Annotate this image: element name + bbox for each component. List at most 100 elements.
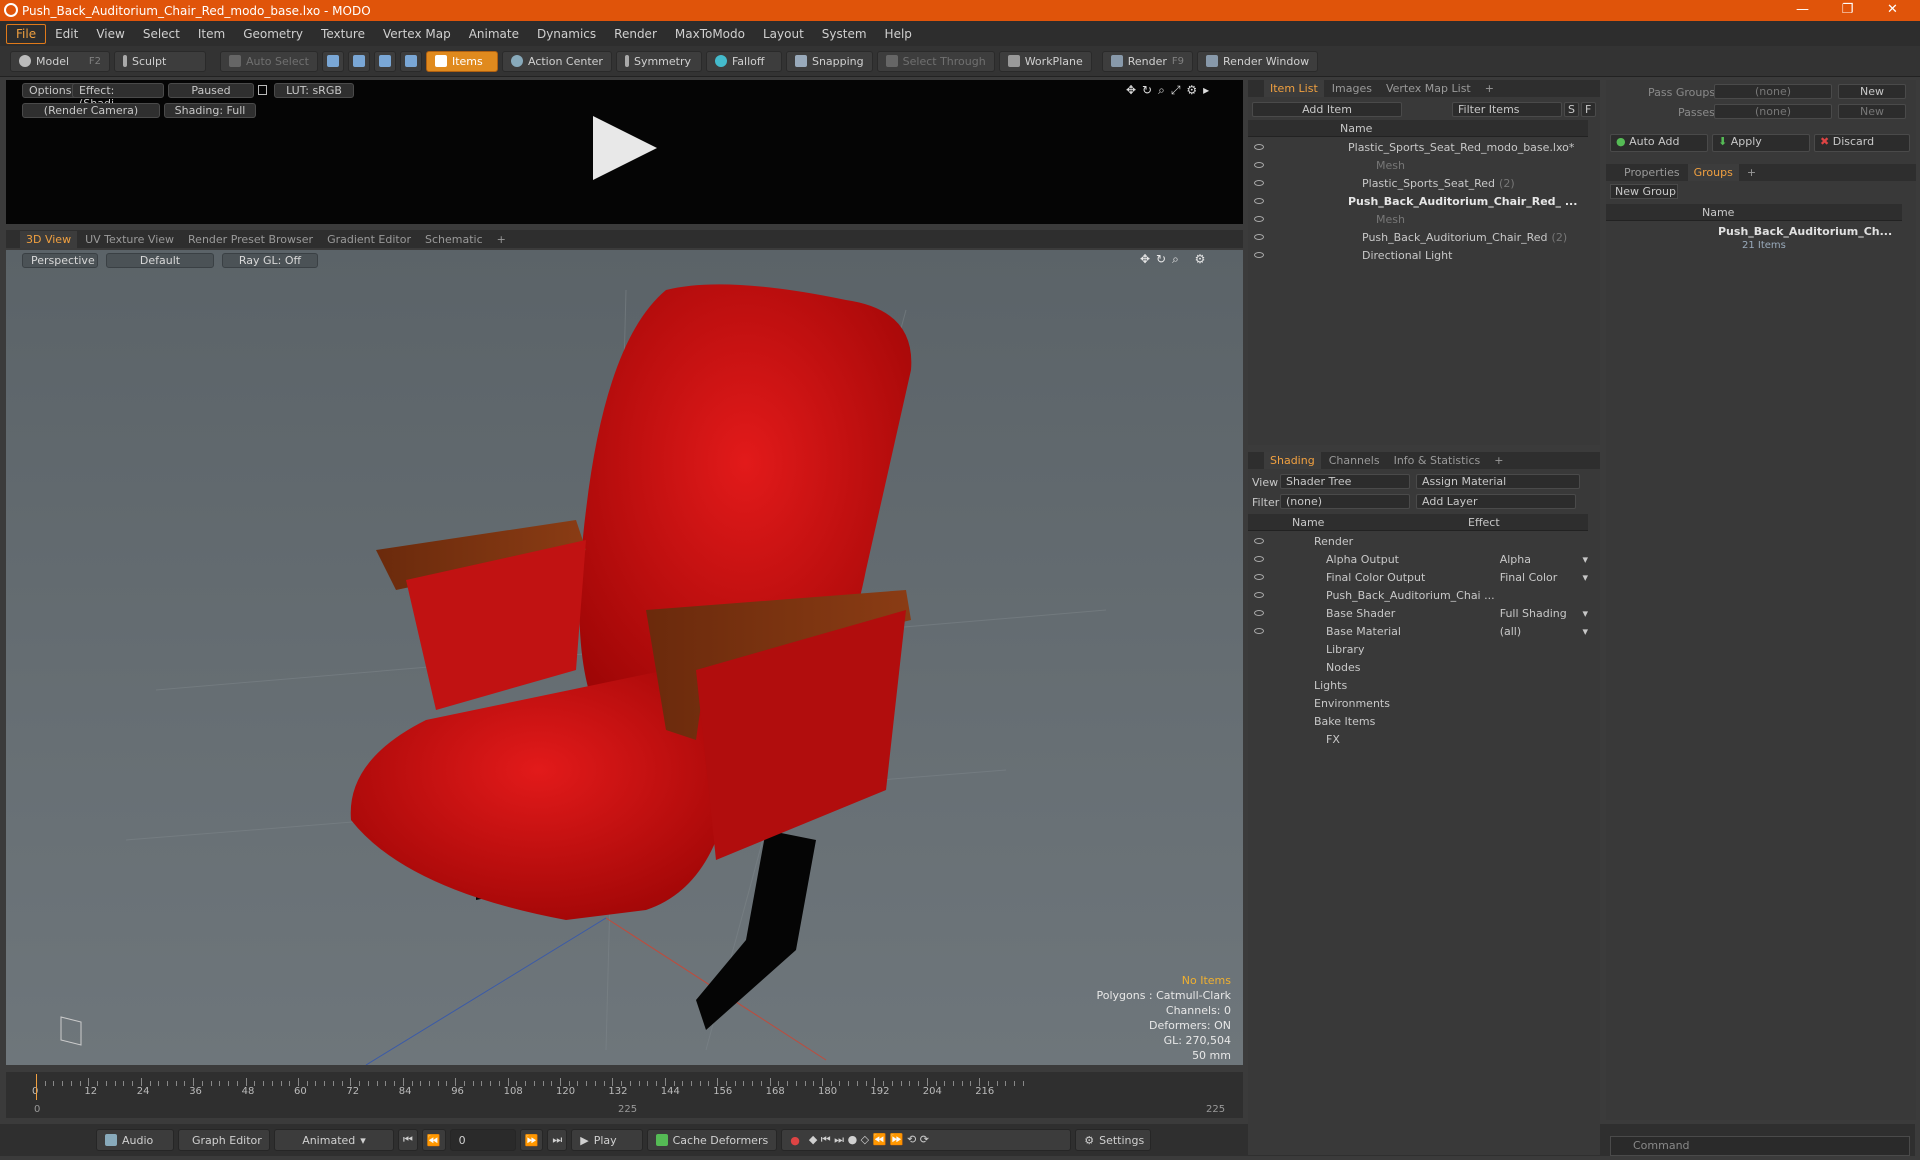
menu-geometry[interactable]: Geometry	[234, 25, 312, 43]
menu-render[interactable]: Render	[605, 25, 666, 43]
menu-help[interactable]: Help	[876, 25, 921, 43]
tab-add[interactable]: +	[491, 231, 512, 248]
tab-uv-texture-view[interactable]: UV Texture View	[79, 231, 180, 248]
shading-dropdown[interactable]: Shading: Full	[164, 103, 256, 118]
auto-select-button[interactable]: Auto Select	[220, 50, 318, 72]
chevron-down-icon[interactable]: ▾	[1582, 553, 1588, 566]
visibility-eye-icon[interactable]	[1254, 162, 1264, 168]
shader-tree-dropdown[interactable]: Shader Tree	[1280, 474, 1410, 489]
visibility-eye-icon[interactable]	[1254, 574, 1264, 580]
visibility-eye-icon[interactable]	[1254, 628, 1264, 634]
shader-row[interactable]: Nodes	[1248, 658, 1588, 676]
snapping-button[interactable]: Snapping	[785, 50, 873, 72]
command-input[interactable]: Command	[1610, 1136, 1910, 1156]
tab-groups[interactable]: Groups	[1687, 164, 1739, 181]
render-paused-button[interactable]: Paused	[168, 83, 254, 98]
tab-render-preset-browser[interactable]: Render Preset Browser	[182, 231, 319, 248]
prev-key-button[interactable]: ⏪	[421, 1129, 446, 1151]
shader-effect[interactable]: Full Shading	[1500, 607, 1583, 620]
lut-dropdown[interactable]: LUT: sRGB	[274, 83, 354, 98]
render-options-button[interactable]: Options	[22, 83, 79, 98]
shader-row[interactable]: Lights	[1248, 676, 1588, 694]
shader-effect[interactable]: Alpha	[1500, 553, 1583, 566]
assign-material-dropdown[interactable]: Assign Material	[1416, 474, 1580, 489]
shader-row[interactable]: Render	[1248, 532, 1588, 550]
shader-effect[interactable]: (all)	[1500, 625, 1583, 638]
menu-edit[interactable]: Edit	[46, 25, 87, 43]
tab-shading[interactable]: Shading	[1264, 452, 1321, 469]
item-row[interactable]: Directional Light	[1248, 246, 1588, 264]
shading-filter-dropdown[interactable]: (none)	[1280, 494, 1410, 509]
items-mode-button[interactable]: Items	[425, 50, 498, 72]
tab-gradient-editor[interactable]: Gradient Editor	[321, 231, 417, 248]
menu-select[interactable]: Select	[134, 25, 189, 43]
vertices-mode-button[interactable]	[321, 50, 344, 72]
apply-button[interactable]: ⬇ Apply	[1712, 134, 1810, 152]
materials-mode-button[interactable]	[399, 50, 422, 72]
cache-deformers-button[interactable]: Cache Deformers	[647, 1129, 778, 1151]
viewport-3d[interactable]: Perspective Default Ray GL: Off ✥↻⌕ ⚙ No…	[6, 250, 1243, 1065]
new-pass-button[interactable]: New	[1838, 104, 1906, 119]
item-tree[interactable]: Plastic_Sports_Seat_Red_modo_base.lxo* Me…	[1248, 138, 1588, 418]
menu-maxtomodo[interactable]: MaxToModo	[666, 25, 754, 43]
menu-animate[interactable]: Animate	[460, 25, 528, 43]
shader-row[interactable]: Final Color Output Final Color ▾	[1248, 568, 1588, 586]
visibility-eye-icon[interactable]	[1254, 234, 1264, 240]
item-row[interactable]: Plastic_Sports_Seat_Red_modo_base.lxo*	[1248, 138, 1588, 156]
chevron-down-icon[interactable]: ▾	[1582, 571, 1588, 584]
menu-vertex-map[interactable]: Vertex Map	[374, 25, 460, 43]
shader-row[interactable]: FX	[1248, 730, 1588, 748]
visibility-eye-icon[interactable]	[1254, 538, 1264, 544]
model-mode-button[interactable]: Model F2	[10, 50, 110, 72]
edges-mode-button[interactable]	[347, 50, 370, 72]
visibility-eye-icon[interactable]	[1254, 592, 1264, 598]
menu-item[interactable]: Item	[189, 25, 234, 43]
passes-dropdown[interactable]: (none)	[1714, 104, 1832, 119]
animated-dropdown[interactable]: Animated ▾	[274, 1129, 394, 1151]
render-button[interactable]: Render F9	[1101, 50, 1194, 72]
s-button[interactable]: S	[1564, 102, 1579, 117]
menu-file[interactable]: File	[6, 23, 47, 44]
tab-add[interactable]: +	[1479, 80, 1500, 97]
visibility-eye-icon[interactable]	[1254, 180, 1264, 186]
render-effect-dropdown[interactable]: Effect: (Shadi...	[72, 83, 164, 110]
item-row[interactable]: Mesh	[1248, 210, 1588, 228]
shader-tree[interactable]: Render Alpha Output Alpha ▾ Final Color Outp…	[1248, 532, 1588, 752]
visibility-eye-icon[interactable]	[1254, 252, 1264, 258]
maximize-button[interactable]: ❐	[1825, 0, 1870, 21]
item-row[interactable]: Push_Back_Auditorium_Chair_Red_ ...	[1248, 192, 1588, 210]
visibility-eye-icon[interactable]	[1254, 216, 1264, 222]
chevron-down-icon[interactable]: ▾	[1582, 625, 1588, 638]
go-to-start-button[interactable]: ⏮	[398, 1129, 418, 1151]
playhead[interactable]	[36, 1074, 37, 1100]
chevron-down-icon[interactable]: ▾	[1582, 607, 1588, 620]
auto-add-button[interactable]: ● Auto Add	[1610, 134, 1708, 152]
item-row[interactable]: Push_Back_Auditorium_Chair_Red (2)	[1248, 228, 1588, 246]
menu-dynamics[interactable]: Dynamics	[528, 25, 605, 43]
play-button[interactable]: ▶ Play	[571, 1129, 644, 1151]
visibility-eye-icon[interactable]	[1254, 556, 1264, 562]
shader-row[interactable]: Environments	[1248, 694, 1588, 712]
timeline[interactable]: 0 12 24 36 48 60 72 84 96 108 120 132 144 156 168 180 19…	[6, 1072, 1243, 1118]
shader-row[interactable]: Base Shader Full Shading ▾	[1248, 604, 1588, 622]
tab-vertex-map-list[interactable]: Vertex Map List	[1380, 80, 1477, 97]
tab-info-statistics[interactable]: Info & Statistics	[1388, 452, 1487, 469]
sculpt-mode-button[interactable]: Sculpt	[114, 50, 206, 72]
tab-add[interactable]: +	[1741, 164, 1762, 181]
play-render-icon[interactable]	[591, 114, 661, 184]
render-view-controls-icon[interactable]: ✥↻⌕⤢⚙▸	[1126, 83, 1236, 97]
audio-button[interactable]: Audio	[96, 1129, 174, 1151]
go-to-end-button[interactable]: ⏭	[547, 1129, 568, 1151]
filter-items-input[interactable]: Filter Items	[1452, 102, 1562, 117]
menu-system[interactable]: System	[813, 25, 876, 43]
render-window-button[interactable]: Render Window	[1197, 50, 1319, 72]
polygons-mode-button[interactable]	[373, 50, 396, 72]
visibility-eye-icon[interactable]	[1254, 610, 1264, 616]
symmetry-button[interactable]: Symmetry	[615, 50, 702, 72]
settings-button[interactable]: ⚙ Settings	[1075, 1129, 1152, 1151]
key-tools-strip[interactable]: ● ◆ ⏮ ⏭ ● ◇ ⏪ ⏩ ⟲ ⟳	[781, 1129, 1072, 1151]
lock-icon[interactable]	[258, 85, 267, 95]
tab-item-list[interactable]: Item List	[1264, 80, 1324, 97]
shader-row[interactable]: Push_Back_Auditorium_Chai ...	[1248, 586, 1588, 604]
item-row[interactable]: Mesh	[1248, 156, 1588, 174]
